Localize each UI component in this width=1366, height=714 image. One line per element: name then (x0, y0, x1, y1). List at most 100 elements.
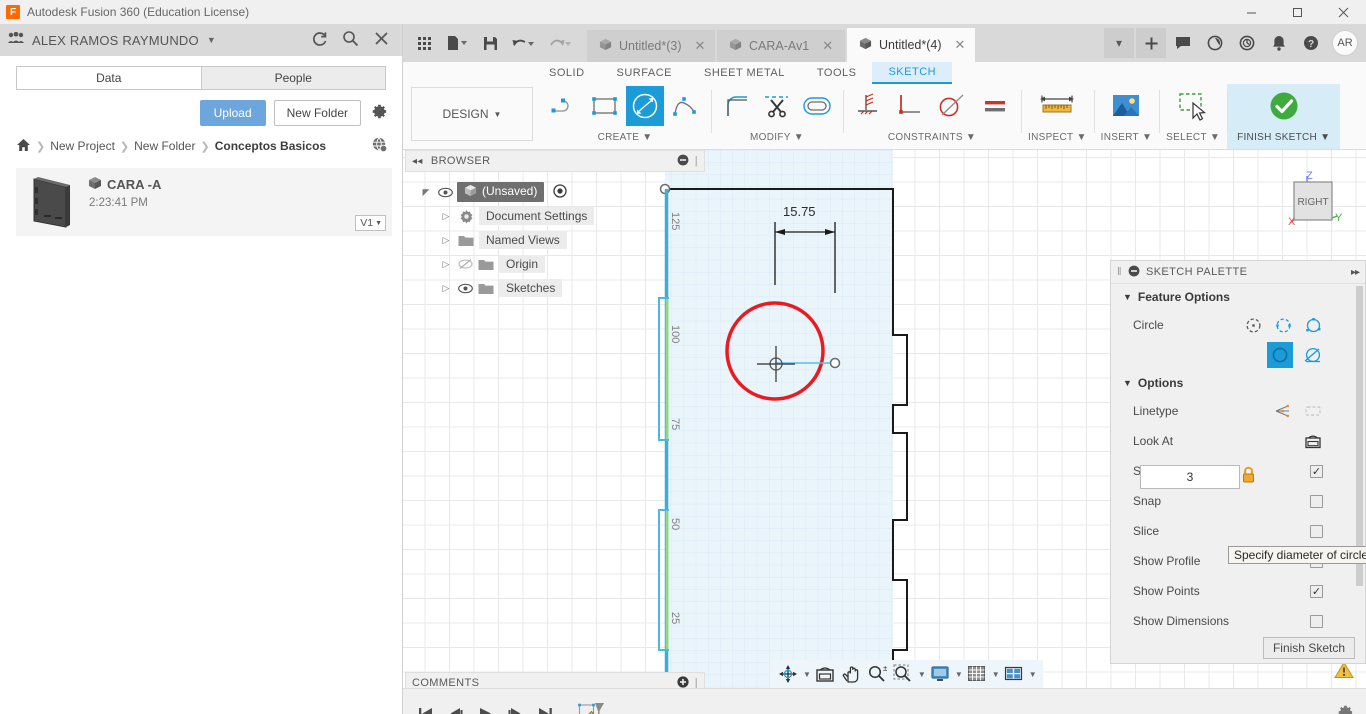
three-point-circle-icon[interactable] (1303, 315, 1323, 335)
two-tangent-circle-icon[interactable] (1267, 342, 1293, 368)
breadcrumb-item-new-project[interactable]: New Project (50, 139, 115, 153)
insert-image-icon[interactable] (1104, 86, 1148, 126)
zoom-chevron-down-icon[interactable]: ▼ (918, 670, 926, 679)
zoom-icon[interactable]: ± (865, 662, 889, 686)
go-to-end-icon[interactable] (535, 704, 555, 714)
home-icon[interactable] (16, 138, 31, 155)
palette-section-feature-options[interactable]: ▼ Feature Options (1111, 284, 1365, 310)
minimize-button[interactable] (1228, 0, 1274, 24)
play-icon[interactable] (475, 704, 495, 714)
workspace-switcher-design[interactable]: DESIGN ▼ (411, 87, 533, 141)
breadcrumb-item-new-folder[interactable]: New Folder (134, 139, 195, 153)
orbit-chevron-down-icon[interactable]: ▼ (803, 670, 811, 679)
tab-people[interactable]: People (200, 66, 386, 90)
notification-bell-icon[interactable] (1264, 28, 1294, 58)
browser-node-origin[interactable]: ▷ Origin (419, 252, 705, 276)
view-cube[interactable]: RIGHT Z Y X (1280, 168, 1344, 232)
palette-collapse-right-icon[interactable]: ▸▸ (1351, 267, 1360, 278)
app-grid-icon[interactable] (411, 30, 437, 56)
trim-icon[interactable] (758, 86, 796, 126)
warning-icon[interactable] (1334, 661, 1354, 682)
expand-arrow-icon[interactable]: ▷ (439, 283, 453, 294)
browser-node-sketches[interactable]: ▷ Sketches (419, 276, 705, 300)
team-icon[interactable] (8, 31, 24, 48)
snap-checkbox[interactable] (1310, 494, 1323, 508)
job-status-icon[interactable] (1200, 28, 1230, 58)
user-menu-chevron-down-icon[interactable]: ▼ (207, 35, 216, 45)
three-tangent-circle-icon[interactable] (1303, 345, 1323, 365)
circle-diameter-input[interactable]: 3 (1140, 465, 1240, 489)
dimension-value-15-75[interactable]: 15.75 (783, 204, 816, 219)
document-tab-untitled-3[interactable]: Untitled*(3) ✕ (587, 30, 715, 62)
finish-sketch-check-icon[interactable] (1262, 86, 1306, 126)
step-forward-icon[interactable] (505, 704, 525, 714)
sketch-grid-checkbox[interactable]: ✓ (1310, 464, 1323, 478)
visibility-eye-icon[interactable] (457, 283, 473, 294)
ribbon-tab-surface[interactable]: SURFACE (601, 62, 688, 84)
spline-icon[interactable] (666, 86, 704, 126)
ribbon-group-modify-label[interactable]: MODIFY ▼ (750, 128, 804, 146)
rectangle-icon[interactable] (586, 86, 624, 126)
tab-data[interactable]: Data (16, 66, 201, 90)
sketch-feature-icon[interactable] (577, 702, 607, 714)
timeline-settings-gear-icon[interactable] (1335, 703, 1366, 714)
finish-sketch-button[interactable]: Finish Sketch (1262, 637, 1355, 659)
palette-minimize-icon[interactable] (1128, 265, 1140, 280)
document-tab-close-icon[interactable]: ✕ (955, 37, 966, 53)
display-chevron-down-icon[interactable]: ▼ (955, 670, 963, 679)
browser-node-document-settings[interactable]: ▷ Document Settings (419, 204, 705, 228)
comment-icon[interactable] (1168, 28, 1198, 58)
close-panel-icon[interactable] (373, 30, 390, 50)
file-card-cara-a[interactable]: CARA -A 2:23:41 PM V1 ▼ (16, 168, 392, 236)
ribbon-group-constraints-label[interactable]: CONSTRAINTS ▼ (888, 128, 976, 146)
new-document-icon[interactable] (440, 30, 474, 56)
help-icon[interactable]: ? (1296, 28, 1326, 58)
grid-chevron-down-icon[interactable]: ▼ (992, 670, 1000, 679)
new-folder-button[interactable]: New Folder (273, 100, 361, 126)
parallel-icon[interactable] (976, 86, 1014, 126)
ribbon-group-inspect-label[interactable]: INSPECT ▼ (1028, 128, 1087, 146)
search-icon[interactable] (342, 30, 359, 50)
go-to-beginning-icon[interactable] (415, 704, 435, 714)
browser-node-named-views[interactable]: ▷ Named Views (419, 228, 705, 252)
measure-icon[interactable] (1035, 86, 1079, 126)
zoom-window-icon[interactable] (891, 662, 915, 686)
browser-resize-handle[interactable]: | (695, 155, 698, 167)
viewports-icon[interactable] (1002, 662, 1026, 686)
line-icon[interactable] (546, 86, 584, 126)
orbit-icon[interactable] (776, 662, 800, 686)
ribbon-group-create-label[interactable]: CREATE ▼ (598, 128, 653, 146)
maximize-button[interactable] (1274, 0, 1320, 24)
globe-icon[interactable] (371, 136, 388, 156)
lock-icon[interactable] (1241, 466, 1256, 487)
upload-button[interactable]: Upload (199, 100, 266, 126)
save-icon[interactable] (477, 30, 503, 56)
browser-minimize-icon[interactable] (677, 154, 689, 169)
expand-arrow-icon[interactable]: ▷ (439, 259, 453, 270)
expand-arrow-icon[interactable]: ◤ (419, 187, 433, 198)
document-tab-cara-av1[interactable]: CARA-Av1 ✕ (717, 30, 845, 62)
comments-resize-handle[interactable]: | (695, 677, 698, 688)
center-diameter-circle-icon[interactable] (1243, 315, 1263, 335)
browser-node-radio-icon[interactable] (553, 183, 568, 201)
redo-icon[interactable] (543, 30, 577, 56)
show-dimensions-checkbox[interactable] (1310, 614, 1323, 628)
expand-arrow-icon[interactable]: ▷ (439, 211, 453, 222)
ribbon-tab-tools[interactable]: TOOLS (801, 62, 873, 84)
look-at-icon[interactable] (813, 662, 837, 686)
document-tab-close-icon[interactable]: ✕ (695, 38, 706, 54)
tangent-icon[interactable] (930, 86, 974, 126)
palette-scrollbar[interactable] (1356, 286, 1363, 586)
tab-list-chevron-down-icon[interactable]: ▾ (1104, 28, 1134, 58)
ribbon-group-finish-label[interactable]: FINISH SKETCH ▼ (1237, 128, 1330, 146)
display-settings-icon[interactable] (928, 662, 952, 686)
sketch-canvas[interactable]: 125 100 75 50 25 15.75 3 Specify diamete… (403, 150, 1366, 688)
mirror-icon[interactable] (850, 86, 888, 126)
document-tab-untitled-4[interactable]: Untitled*(4) ✕ (847, 28, 975, 62)
perpendicular-icon[interactable] (890, 86, 928, 126)
pan-icon[interactable] (839, 662, 863, 686)
new-tab-plus-icon[interactable] (1136, 28, 1166, 58)
file-version-badge[interactable]: V1 ▼ (355, 215, 386, 231)
fillet-icon[interactable] (718, 86, 756, 126)
centerline-icon[interactable] (1303, 401, 1323, 421)
